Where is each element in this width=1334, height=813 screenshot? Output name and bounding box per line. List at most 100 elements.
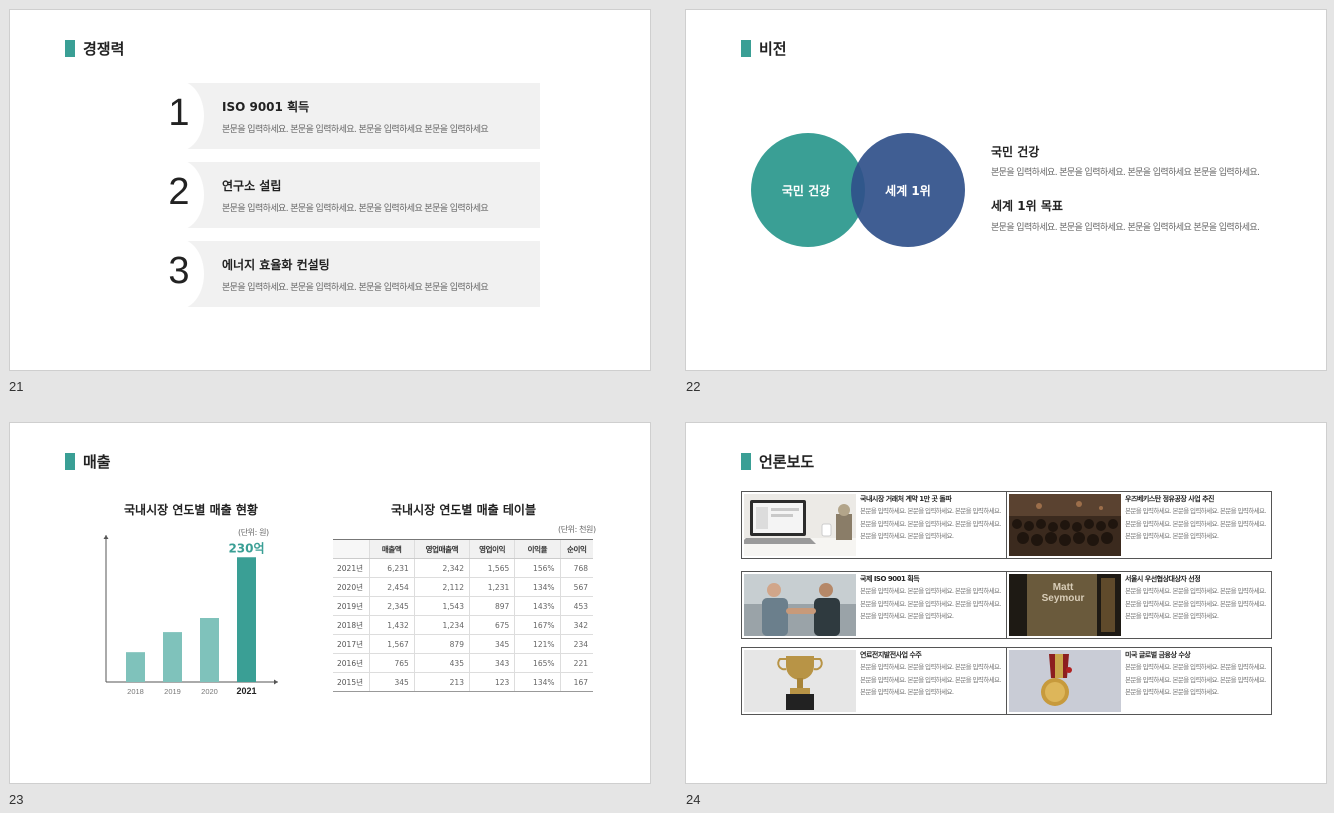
bar-2018 [126,652,145,682]
table-cell: 2016년 [333,653,369,673]
vision-heading: 세계 1위 목표 [991,199,1063,213]
column-header: 매출액 [368,539,415,559]
bar-2021 [237,557,256,682]
item-heading: ISO 9001 획득 [222,100,310,114]
slide-title: 경쟁력 [65,38,124,59]
column-header: 순이익 [559,539,593,559]
table-cell: 123 [468,672,515,692]
circle-label: 국민 건강 [781,183,831,198]
slide-number: 22 [686,379,701,394]
slide-title: 비전 [741,38,787,59]
vision-heading: 국민 건강 [991,145,1040,159]
slide-title: 언론보도 [741,451,814,472]
press-card[interactable]: 미국 글로벌 금융상 수상 본문을 입력하세요. 본문을 입력하세요. 본문을 … [1006,647,1272,715]
press-card[interactable]: Matt Seymour 서울시 우선협상대상자 선정 본문을 입력하세요. 본… [1006,571,1272,639]
press-body: 본문을 입력하세요. 본문을 입력하세요. 본문을 입력하세요. 본문을 입력하… [860,507,1001,540]
item-number: 3 [168,250,190,292]
item-heading: 에너지 효율화 컨설팅 [222,258,330,272]
title-accent-bar [741,453,751,470]
table-cell: 1,231 [468,577,515,597]
table-row: 2015년 345 213 123 134% 167 [333,672,593,692]
table-cell: 768 [559,558,593,578]
handshake-photo [744,574,856,636]
vision-circle-right: 세계 1위 [851,133,965,247]
table-cell: 345 [468,634,515,654]
book-cover-text: Matt Seymour [1041,582,1085,604]
press-title: 미국 글로벌 금융상 수상 [1125,651,1191,659]
table-cell: 343 [468,653,515,673]
x-axis-arrow [274,679,278,685]
item-background [178,162,540,228]
table-cell: 2,112 [413,577,470,597]
table-cell: 342 [559,615,593,635]
press-title: 우즈베키스탄 정유공장 사업 추진 [1125,495,1214,503]
slide-title-text: 매출 [83,453,111,471]
press-card[interactable]: 국제 ISO 9001 획득 본문을 입력하세요. 본문을 입력하세요. 본문을… [741,571,1007,639]
item-number: 2 [168,171,190,213]
table-cell: 1,565 [468,558,515,578]
trophy-photo [744,650,856,712]
item-number: 1 [168,92,190,134]
table-cell: 156% [514,558,560,578]
table-cell: 2,342 [413,558,470,578]
table-cell: 1,567 [368,634,415,654]
table-row: 2016년 765 435 343 165% 221 [333,653,593,673]
press-body: 본문을 입력하세요. 본문을 입력하세요. 본문을 입력하세요. 본문을 입력하… [1125,507,1266,540]
laptop-photo [744,494,856,556]
press-body: 본문을 입력하세요. 본문을 입력하세요. 본문을 입력하세요. 본문을 입력하… [860,663,1001,696]
slide-24[interactable]: 언론보도 국내시장 거래처 계약 1만 곳 돌파 본문을 입력하세요. 본문을 … [685,422,1327,784]
circle-label: 세계 1위 [885,183,931,198]
table-title: 국내시장 연도별 매출 테이블 [391,503,537,517]
table-cell: 345 [368,672,415,692]
table-cell: 879 [413,634,470,654]
table-row: 2020년 2,454 2,112 1,231 134% 567 [333,577,593,597]
x-tick-label: 2018 [127,687,144,696]
press-title: 서울시 우선협상대상자 선정 [1125,575,1201,583]
item-heading: 연구소 설립 [222,179,282,193]
title-accent-bar [65,453,75,470]
press-title: 국내시장 거래처 계약 1만 곳 돌파 [860,495,952,503]
table-cell: 165% [514,653,560,673]
slide-number: 21 [9,379,24,394]
slide-22[interactable]: 비전 국민 건강 세계 1위 국민 건강 본문을 입력하세요. 본문을 입력하세… [685,9,1327,371]
table-row: 2018년 1,432 1,234 675 167% 342 [333,615,593,635]
table-cell: 2019년 [333,596,369,616]
slide-title-text: 경쟁력 [83,40,125,58]
title-accent-bar [65,40,75,57]
table-header-row: 매출액 영업매출액 영업이익 이익율 순이익 [333,539,593,559]
table-cell: 2021년 [333,558,369,578]
table-cell: 1,432 [368,615,415,635]
vision-circle-left: 국민 건강 [751,133,865,247]
slide-21[interactable]: 경쟁력 1 ISO 9001 획득 본문을 입력하세요. 본문을 입력하세요. … [9,9,651,371]
vision-body: 본문을 입력하세요. 본문을 입력하세요. 본문을 입력하세요 본문을 입력하세… [991,168,1260,178]
table-cell: 121% [514,634,560,654]
x-tick-label: 2020 [201,687,218,696]
press-card[interactable]: 우즈베키스탄 정유공장 사업 추진 본문을 입력하세요. 본문을 입력하세요. … [1006,491,1272,559]
y-axis-arrow [103,535,109,539]
table-cell: 2018년 [333,615,369,635]
table-cell: 234 [559,634,593,654]
table-row: 2019년 2,345 1,543 897 143% 453 [333,596,593,616]
bar-value-label: 230억 [228,541,264,555]
press-card[interactable]: 국내시장 거래처 계약 1만 곳 돌파 본문을 입력하세요. 본문을 입력하세요… [741,491,1007,559]
bar-2020 [200,618,219,682]
competitiveness-item: 3 에너지 효율화 컨설팅 본문을 입력하세요. 본문을 입력하세요. 본문을 … [154,239,540,309]
slide-23[interactable]: 매출 국내시장 연도별 매출 현황 (단위: 원) 2018 2019 2020 20… [9,422,651,784]
table-cell: 2015년 [333,672,369,692]
table-cell: 2,345 [368,596,415,616]
press-body: 본문을 입력하세요. 본문을 입력하세요. 본문을 입력하세요. 본문을 입력하… [1125,587,1266,620]
column-header: 영업이익 [468,539,515,559]
press-title: 국제 ISO 9001 획득 [860,575,920,583]
column-header: 이익율 [514,539,560,559]
table-cell: 675 [468,615,515,635]
table-cell: 897 [468,596,515,616]
table-row: 2021년 6,231 2,342 1,565 156% 768 [333,558,593,578]
table-cell: 221 [559,653,593,673]
table-cell: 134% [514,577,560,597]
press-card[interactable]: 연료전지발전사업 수주 본문을 입력하세요. 본문을 입력하세요. 본문을 입력… [741,647,1007,715]
table-cell: 143% [514,596,560,616]
table-row: 2017년 1,567 879 345 121% 234 [333,634,593,654]
item-body: 본문을 입력하세요. 본문을 입력하세요. 본문을 입력하세요 본문을 입력하세… [222,283,489,293]
book-cover-photo: Matt Seymour [1009,574,1121,636]
slide-number: 24 [686,792,701,807]
